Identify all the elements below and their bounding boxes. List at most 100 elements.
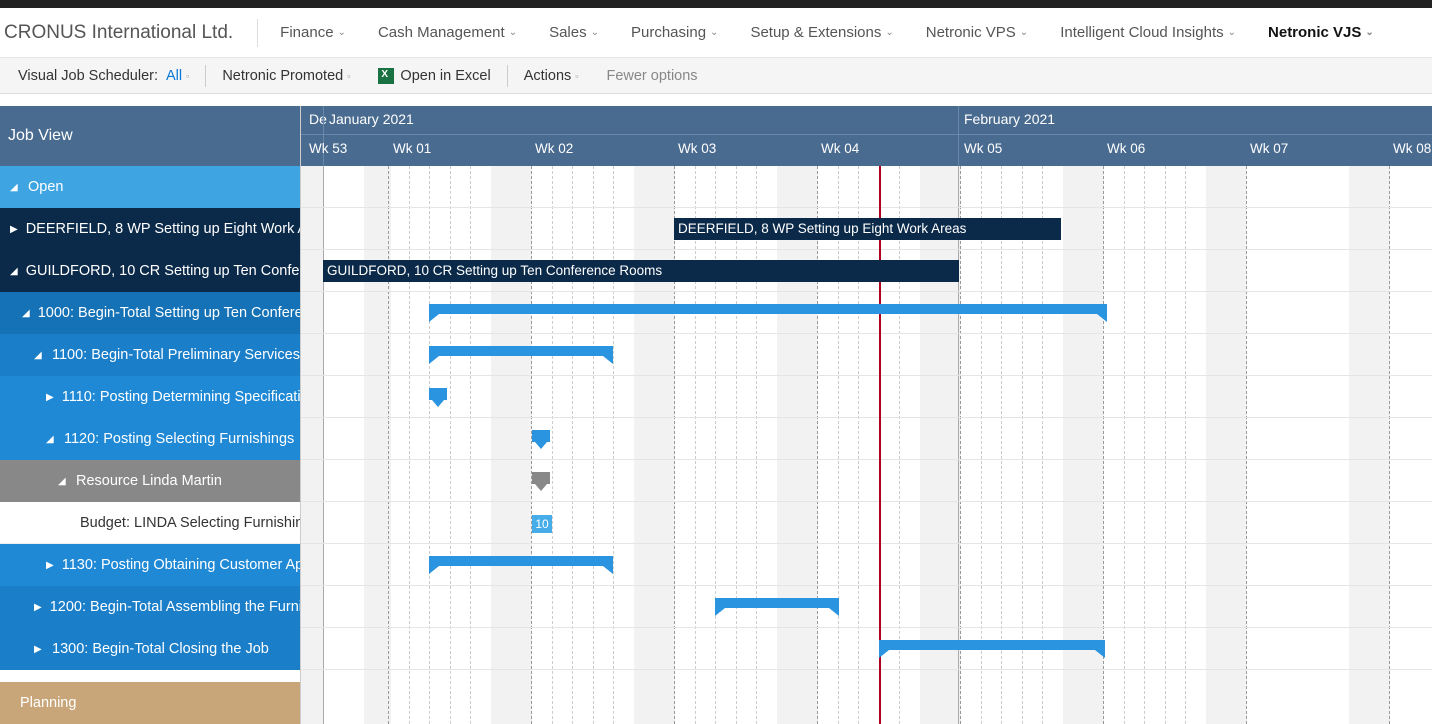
gantt-bar-deerfield[interactable]: DEERFIELD, 8 WP Setting up Eight Work Ar… [674,218,1061,240]
ab-title: Visual Job Scheduler: All ▫ [4,58,203,93]
content-area: Job View ◢ Open ▶DEERFIELD, 8 WP Setting… [0,106,1432,724]
gantt-notch-1120[interactable] [532,430,550,442]
ab-open-in-excel[interactable]: Open in Excel [364,58,504,93]
main-menu: CRONUS International Ltd. Finance⌄ Cash … [0,8,1432,58]
tree-row-label: 1110: Posting Determining Specificatio [62,389,300,405]
dropdown-icon: ▫ [186,71,189,81]
gantt-row [301,586,1432,628]
menu-cloud-label: Intelligent Cloud Insights [1060,24,1223,41]
week-label: Wk 08 [1393,141,1431,156]
menu-cash-label: Cash Management [378,24,505,41]
ab-fewer-label: Fewer options [606,68,697,84]
expand-icon: ▶ [46,392,54,403]
menu-cloud-insights[interactable]: Intelligent Cloud Insights ⌄ [1044,8,1252,57]
menu-cash-management[interactable]: Cash Management ⌄ [362,8,533,57]
menu-sales[interactable]: Sales ⌄ [533,8,615,57]
gantt-body[interactable]: DEERFIELD, 8 WP Setting up Eight Work Ar… [301,166,1432,724]
gantt-bracket-1200[interactable] [715,598,839,608]
tree-task-1000[interactable]: ◢1000: Begin-Total Setting up Ten Confer… [0,292,300,334]
ab-separator [205,65,206,87]
chevron-down-icon: ⌄ [710,27,718,38]
week-label: Wk 07 [1250,141,1288,156]
dropdown-icon: ▫ [347,71,350,81]
gantt-row [301,418,1432,460]
expand-icon: ▶ [34,644,44,655]
week-label: Wk 04 [821,141,859,156]
gantt-chart[interactable]: De January 2021 February 2021 Wk 53 Wk 0… [300,106,1432,724]
gantt-row [301,376,1432,418]
job-tree: Job View ◢ Open ▶DEERFIELD, 8 WP Setting… [0,106,300,724]
dropdown-icon: ▫ [575,71,578,81]
tree-row-label: 1130: Posting Obtaining Customer Ap [62,557,300,573]
menu-netronic-vjs[interactable]: Netronic VJS⌄ [1252,8,1390,57]
week-label: Wk 01 [393,141,431,156]
chevron-down-icon: ⌄ [885,27,893,38]
spacer [0,94,1432,106]
collapse-icon: ◢ [10,266,18,277]
month-row: De January 2021 February 2021 [301,106,1432,134]
tree-task-1110[interactable]: ▶ 1110: Posting Determining Specificatio [0,376,300,418]
ab-excel-label: Open in Excel [400,68,490,84]
gantt-bar-guildford[interactable]: GUILDFORD, 10 CR Setting up Ten Conferen… [323,260,959,282]
chevron-down-icon: ⌄ [1020,27,1028,38]
week-label: Wk 53 [309,141,347,156]
tree-row-label: Resource Linda Martin [76,473,222,489]
gantt-row [301,166,1432,208]
collapse-icon: ◢ [58,476,68,487]
ab-actions[interactable]: Actions ▫ [510,58,593,93]
gantt-bracket-1300[interactable] [879,640,1105,650]
menu-purchasing[interactable]: Purchasing ⌄ [615,8,734,57]
tree-job-deerfield[interactable]: ▶DEERFIELD, 8 WP Setting up Eight Work A… [0,208,300,250]
gantt-notch-resource[interactable] [532,472,550,484]
tree-row-label: GUILDFORD, 10 CR Setting up Ten Confere [26,263,300,279]
menu-vps-label: Netronic VPS [926,24,1016,41]
tree-header: Job View [0,106,300,166]
tree-job-guildford[interactable]: ◢ GUILDFORD, 10 CR Setting up Ten Confere [0,250,300,292]
chevron-down-icon: ⌄ [591,27,599,38]
ab-fewer-options[interactable]: Fewer options [592,58,711,93]
tree-planning-group[interactable]: Planning [0,682,300,724]
week-label: Wk 03 [678,141,716,156]
gantt-budget-value[interactable]: 10 [532,515,552,533]
tree-open-group[interactable]: ◢ Open [0,166,300,208]
menu-vjs-label: Netronic VJS [1268,24,1361,41]
menu-sales-label: Sales [549,24,587,41]
tree-task-1300[interactable]: ▶ 1300: Begin-Total Closing the Job [0,628,300,670]
gantt-row [301,502,1432,544]
menu-netronic-vps[interactable]: Netronic VPS ⌄ [910,8,1044,57]
expand-icon: ▶ [46,560,54,571]
ab-title-label: Visual Job Scheduler: [18,68,166,84]
collapse-icon: ◢ [46,434,56,445]
tree-resource-linda[interactable]: ◢ Resource Linda Martin [0,460,300,502]
tree-row-label: Budget: LINDA Selecting Furnishing [80,515,300,531]
chevron-down-icon: ⌄ [1228,27,1236,38]
menu-finance[interactable]: Finance⌄ [264,8,362,57]
ab-all-link[interactable]: All [166,68,182,84]
gantt-bracket-1100[interactable] [429,346,613,356]
tree-budget-linda[interactable]: Budget: LINDA Selecting Furnishing [0,502,300,544]
month-label: February 2021 [964,111,1055,127]
tree-row-label: 1100: Begin-Total Preliminary Services [52,347,300,363]
tree-task-1100[interactable]: ◢1100: Begin-Total Preliminary Services [0,334,300,376]
menu-purchasing-label: Purchasing [631,24,706,41]
chevron-down-icon: ⌄ [509,27,517,38]
ab-actions-label: Actions [524,68,572,84]
menu-setup-extensions[interactable]: Setup & Extensions⌄ [734,8,909,57]
collapse-icon: ◢ [10,182,20,193]
tree-row-label: 1000: Begin-Total Setting up Ten Confere [38,305,300,321]
week-label: Wk 05 [964,141,1002,156]
tree-row-label: 1300: Begin-Total Closing the Job [52,641,269,657]
tree-task-1200[interactable]: ▶1200: Begin-Total Assembling the Furnit [0,586,300,628]
gantt-bracket-1000[interactable] [429,304,1107,314]
company-title: CRONUS International Ltd. [4,22,251,44]
week-label: Wk 06 [1107,141,1145,156]
tree-task-1120[interactable]: ◢ 1120: Posting Selecting Furnishings [0,418,300,460]
gantt-notch-1110[interactable] [429,388,447,400]
gantt-header: De January 2021 February 2021 Wk 53 Wk 0… [301,106,1432,166]
tree-row-label: 1120: Posting Selecting Furnishings [64,431,294,447]
ab-netronic-promoted[interactable]: Netronic Promoted ▫ [208,58,364,93]
tree-row-label: 1200: Begin-Total Assembling the Furnit [50,599,300,615]
gantt-bracket-1130[interactable] [429,556,613,566]
excel-icon [378,68,394,84]
tree-task-1130[interactable]: ▶ 1130: Posting Obtaining Customer Ap [0,544,300,586]
